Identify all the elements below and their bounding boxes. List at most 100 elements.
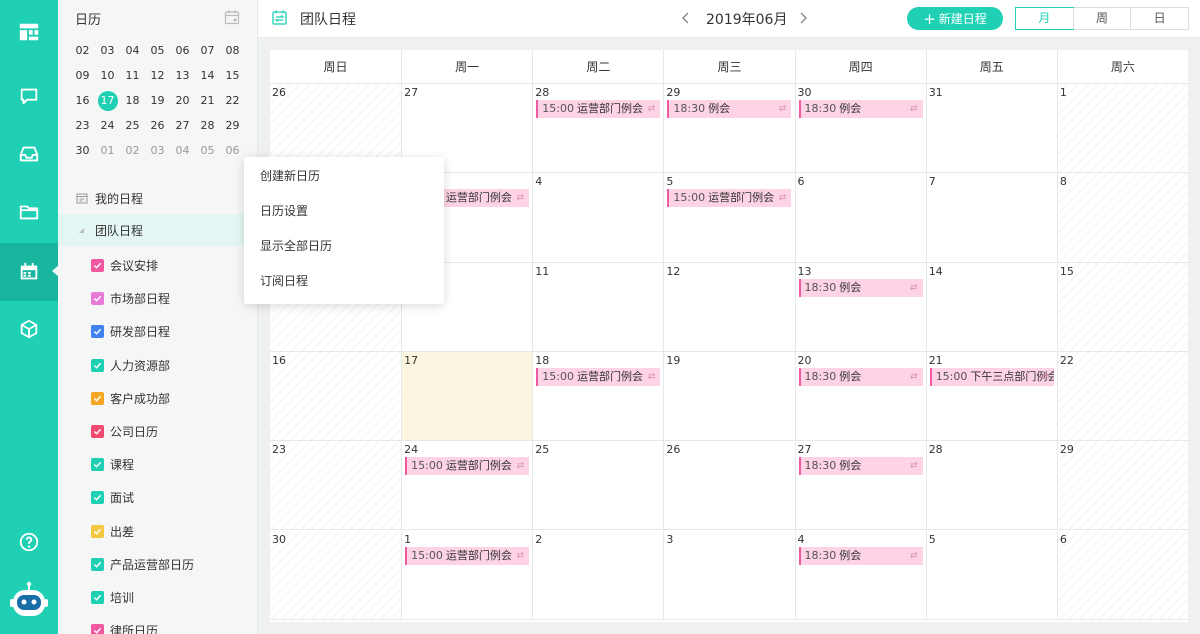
next-month-button[interactable] [795, 9, 811, 27]
day-cell[interactable]: 21 15:00 下午三点部门例会 ⇄ [925, 351, 1057, 442]
mini-calendar-day[interactable]: 19 [145, 91, 170, 111]
checkbox-checked-icon[interactable] [91, 624, 104, 634]
sidebar-item-my-schedule[interactable]: 我的日程 [58, 182, 257, 214]
day-cell[interactable]: 5 15:00 运营部门例会 ⇄ [663, 173, 795, 263]
mini-calendar-day[interactable]: 04 [170, 141, 195, 161]
mini-calendar-day[interactable]: 26 [145, 116, 170, 136]
day-cell[interactable]: 6 [794, 173, 926, 263]
mini-calendar-day[interactable]: 30 [170, 26, 195, 32]
event-chip[interactable]: 18:30 例会 ⇄ [798, 367, 923, 386]
event-chip[interactable]: 15:00运营部门例会 ⇄ [536, 367, 661, 386]
mini-calendar-day[interactable]: 28 [120, 26, 145, 32]
mini-calendar-day[interactable]: 15 [220, 66, 245, 86]
day-cell[interactable]: 12 [663, 262, 795, 352]
mini-calendar-day[interactable]: 04 [120, 41, 145, 61]
day-cell[interactable]: 2 [532, 530, 664, 620]
chat-icon[interactable] [0, 68, 58, 124]
mini-calendar-day[interactable]: 28 [195, 116, 220, 136]
day-cell[interactable]: 4 [532, 173, 664, 263]
checkbox-checked-icon[interactable] [91, 292, 104, 306]
mini-calendar-day[interactable]: 24 [95, 116, 120, 136]
day-cell[interactable]: 22 [1056, 351, 1188, 442]
mini-calendar-day[interactable]: 16 [70, 91, 95, 111]
mini-calendar-day[interactable]: 31 [195, 26, 220, 32]
mini-calendar-day[interactable]: 23 [70, 116, 95, 136]
sidebar-item-calendar[interactable]: 研发部日程 [58, 315, 257, 348]
checkbox-checked-icon[interactable] [91, 591, 104, 604]
day-cell[interactable]: 29 [1056, 441, 1188, 531]
sidebar-item-team-schedule[interactable]: 团队日程 [58, 214, 257, 246]
sidebar-item-calendar[interactable]: 产品运营部日历 [58, 548, 257, 581]
mini-calendar-day[interactable]: 25 [120, 116, 145, 136]
inbox-icon[interactable] [0, 126, 58, 182]
event-chip[interactable]: 15:00 下午三点部门例会 ⇄ [929, 367, 1054, 386]
day-cell[interactable]: 28 [925, 441, 1057, 531]
event-chip[interactable]: 18:30 例会 ⇄ [798, 457, 923, 476]
sidebar-item-calendar[interactable]: 律所日历 [58, 614, 257, 634]
day-cell[interactable]: 19 [663, 351, 795, 442]
day-cell[interactable]: 25 [532, 441, 664, 531]
day-cell[interactable]: 14 [925, 262, 1057, 352]
calendar-add-icon[interactable] [224, 9, 240, 25]
mini-calendar-day[interactable]: 21 [195, 91, 220, 111]
context-menu-item[interactable]: 订阅日程 [244, 264, 444, 299]
checkbox-checked-icon[interactable] [91, 557, 104, 571]
day-cell[interactable]: 30 18:30 例会 ⇄ [794, 84, 926, 174]
day-cell[interactable]: 18 15:00 运营部门例会 ⇄ [532, 351, 664, 442]
mini-calendar-day[interactable]: 30 [70, 141, 95, 161]
event-chip[interactable]: 18:30 例会 ⇄ [798, 100, 923, 118]
day-cell[interactable]: 20 18:30 例会 ⇄ [794, 351, 926, 442]
day-cell[interactable]: 30 [270, 530, 402, 620]
day-cell[interactable]: 11 [532, 262, 664, 352]
checkbox-checked-icon[interactable] [91, 524, 104, 538]
day-cell[interactable]: 6 [1056, 530, 1188, 620]
sidebar-item-calendar[interactable]: 客户成功部 [58, 382, 257, 415]
day-cell[interactable]: 23 [270, 441, 402, 531]
sidebar-item-calendar[interactable]: 出差 [58, 515, 257, 548]
mini-calendar-day[interactable]: 03 [95, 41, 120, 61]
day-cell[interactable]: 4 18:30 例会 ⇄ [794, 530, 926, 620]
mini-calendar-day[interactable]: 01 [220, 26, 245, 32]
sidebar-item-calendar[interactable]: 公司日历 [58, 415, 257, 448]
checkbox-checked-icon[interactable] [91, 458, 104, 472]
new-event-button[interactable]: + 新建日程 [907, 7, 1003, 30]
day-cell[interactable]: 26 [663, 441, 795, 531]
mini-calendar-day[interactable]: 05 [145, 41, 170, 61]
day-cell[interactable]: 13 18:30 例会 ⇄ [794, 262, 926, 352]
mini-calendar-day[interactable]: 17 [95, 90, 120, 111]
day-cell[interactable]: 17 [401, 351, 533, 442]
checkbox-checked-icon[interactable] [91, 491, 104, 505]
mini-calendar-day[interactable]: 10 [95, 66, 120, 86]
mini-calendar-day[interactable]: 14 [195, 66, 220, 86]
sidebar-item-calendar[interactable]: 面试 [58, 481, 257, 514]
mini-calendar-day[interactable]: 07 [195, 41, 220, 61]
day-cell[interactable]: 1 15:00 运营部门例会 ⇄ [401, 530, 533, 620]
day-cell[interactable]: 7 [925, 173, 1057, 263]
mini-calendar-day[interactable]: 29 [220, 116, 245, 136]
event-chip[interactable]: 18:30 例会 ⇄ [798, 278, 923, 297]
day-cell[interactable]: 31 [925, 84, 1057, 174]
context-menu-item[interactable]: 日历设置 [244, 194, 444, 229]
sidebar-item-calendar[interactable]: 会议安排 [58, 249, 257, 282]
checkbox-checked-icon[interactable] [91, 391, 104, 405]
event-chip[interactable]: 18:30 例会 ⇄ [667, 100, 792, 118]
checkbox-checked-icon[interactable] [91, 358, 104, 372]
cube-icon[interactable] [0, 301, 58, 357]
checkbox-checked-icon[interactable] [91, 259, 104, 272]
calendar-switch-icon[interactable] [272, 10, 287, 25]
mini-calendar-day[interactable]: 09 [70, 66, 95, 86]
mini-calendar-day[interactable]: 02 [120, 141, 145, 161]
event-chip[interactable]: 18:30 例会 ⇄ [798, 546, 923, 565]
apps-icon[interactable] [0, 4, 58, 60]
sidebar-item-calendar[interactable]: 培训 [58, 581, 257, 614]
mini-calendar-day[interactable]: 05 [195, 141, 220, 161]
sidebar-item-calendar[interactable]: 课程 [58, 448, 257, 481]
day-cell[interactable]: 3 [663, 530, 795, 620]
day-cell[interactable]: 15 [1056, 262, 1188, 352]
view-tab[interactable]: 周 [1072, 8, 1131, 29]
mini-calendar-day[interactable]: 11 [120, 66, 145, 86]
context-menu-item[interactable]: 创建新日历 [244, 159, 444, 194]
context-menu-item[interactable]: 显示全部日历 [244, 229, 444, 264]
checkbox-checked-icon[interactable] [91, 425, 104, 438]
day-cell[interactable]: 28 15:00 运营部门例会 ⇄ [532, 84, 664, 174]
